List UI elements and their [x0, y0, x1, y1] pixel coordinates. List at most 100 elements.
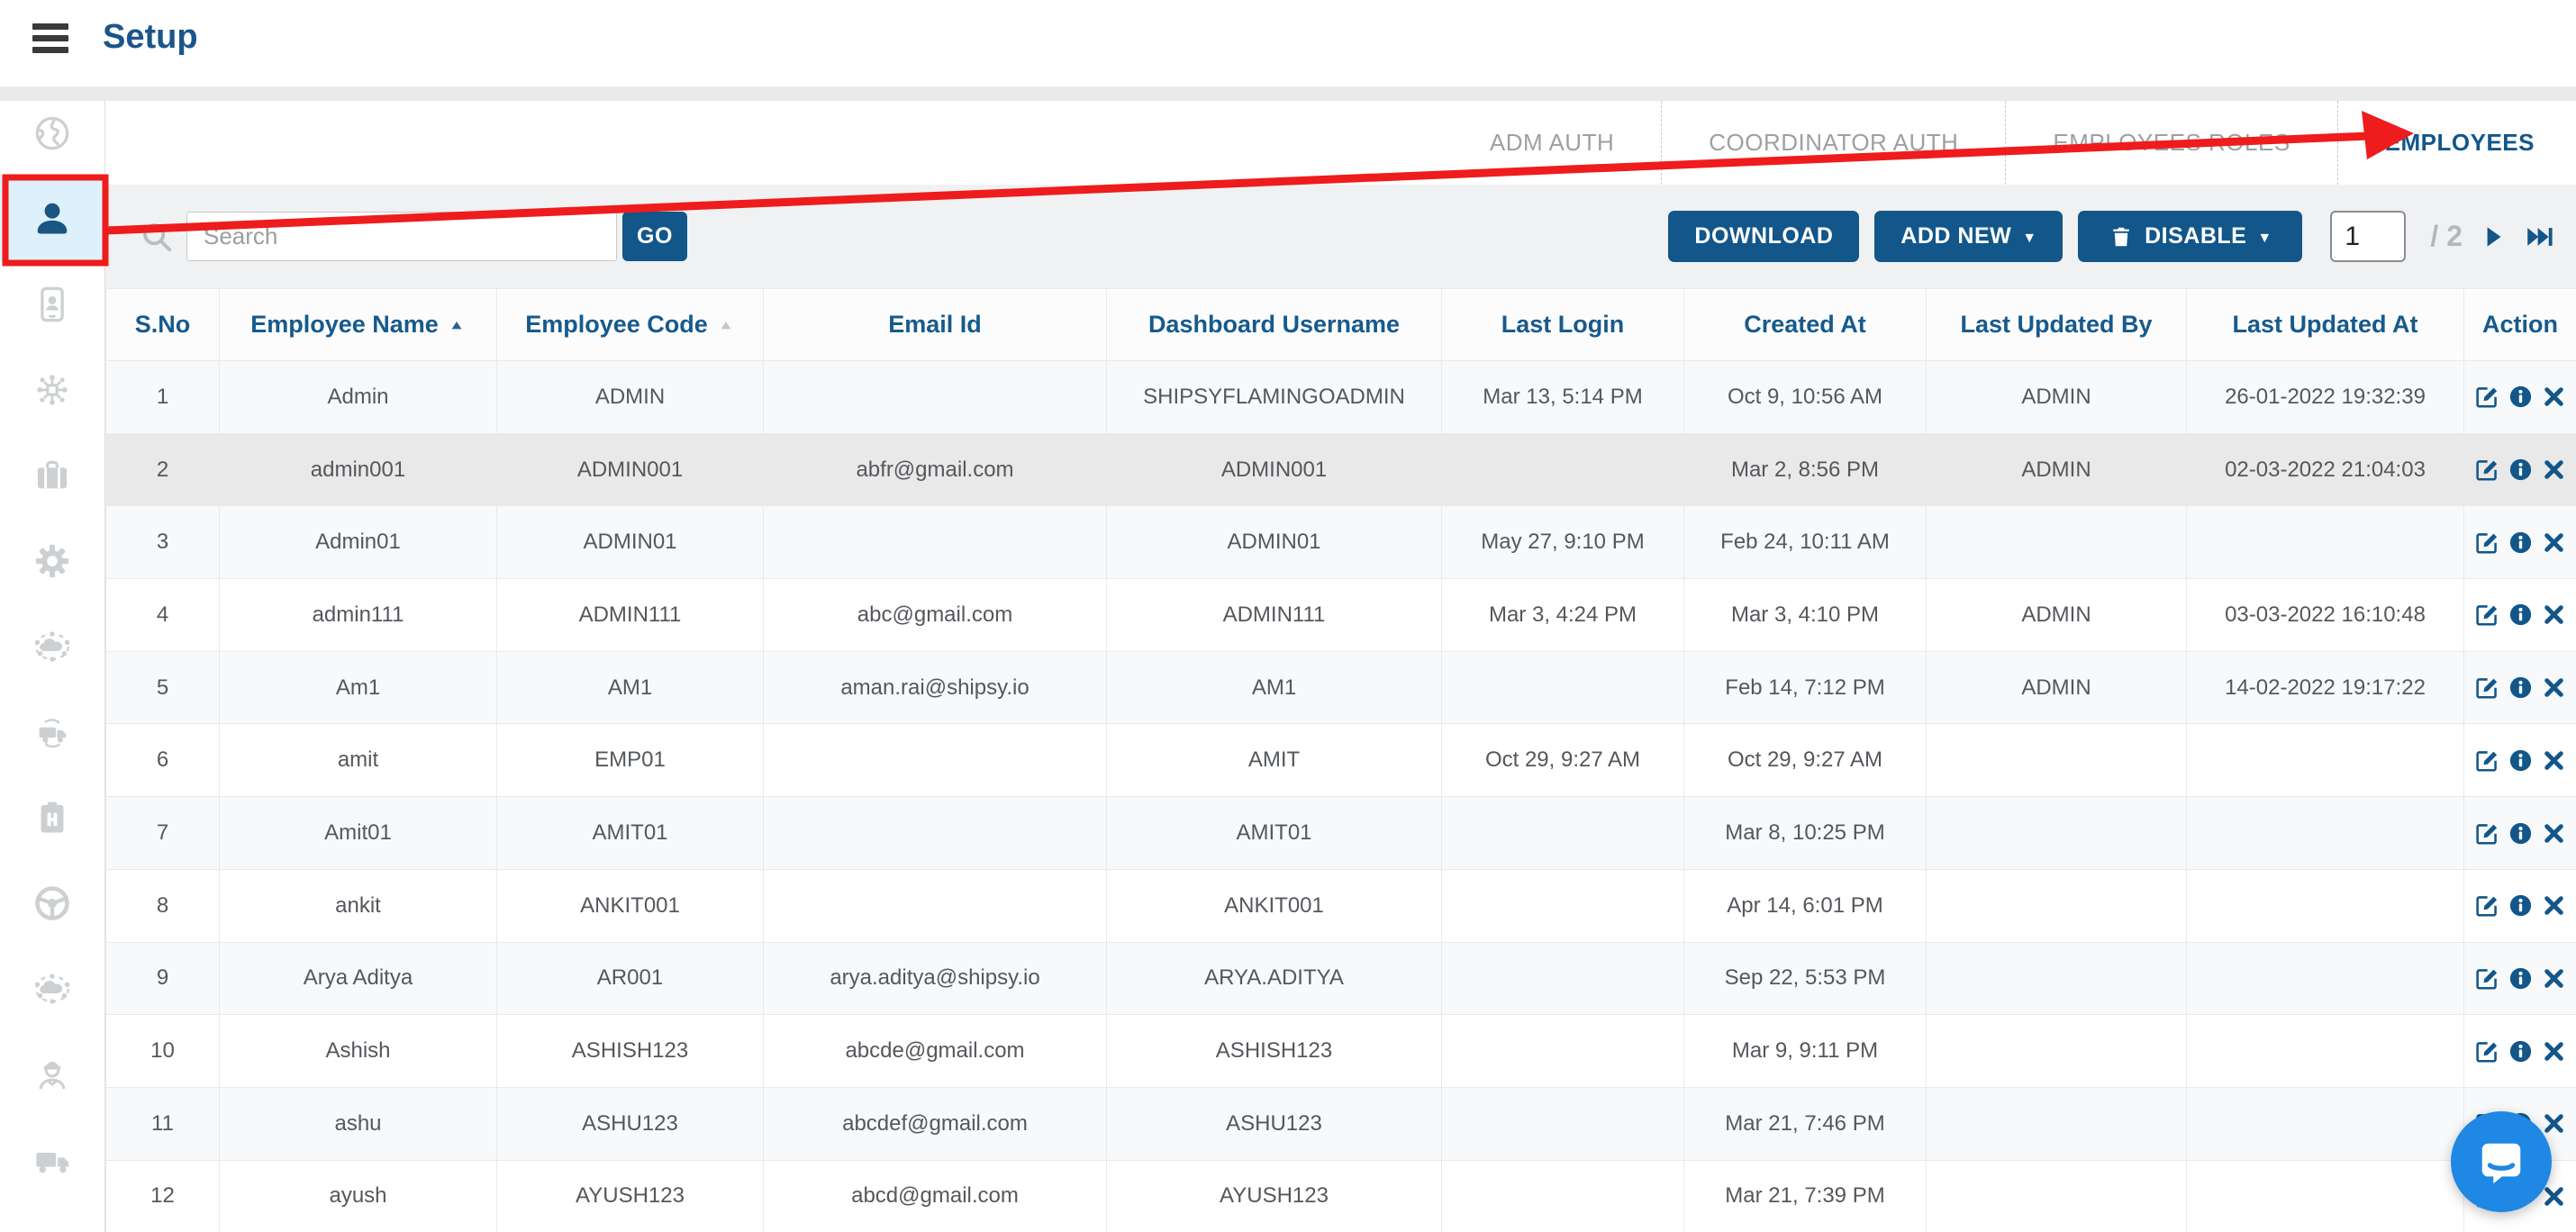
table-row: 12ayushAYUSH123abcd@gmail.comAYUSH123Mar… — [106, 1160, 2576, 1232]
sidebar-item-briefcase[interactable] — [0, 432, 104, 518]
info-icon[interactable] — [2508, 530, 2534, 556]
download-button[interactable]: DOWNLOAD — [1668, 211, 1859, 262]
table-cell: EMP01 — [497, 724, 764, 797]
tab-employees[interactable]: EMPLOYEES — [2337, 101, 2576, 185]
sidebar-item-settings[interactable] — [0, 518, 104, 603]
table-cell: ANKIT001 — [1107, 869, 1442, 942]
edit-icon[interactable] — [2474, 384, 2500, 410]
close-icon[interactable] — [2541, 820, 2567, 847]
table-cell: 10 — [106, 1015, 220, 1088]
column-header-dashboard-username[interactable]: Dashboard Username — [1107, 289, 1442, 361]
sidebar — [0, 101, 105, 1232]
action-cell — [2464, 869, 2576, 942]
close-icon[interactable] — [2541, 892, 2567, 919]
table-cell: ASHISH123 — [1107, 1015, 1442, 1088]
action-cell — [2464, 651, 2576, 724]
table-cell: ADMIN001 — [497, 433, 764, 506]
table-cell — [2187, 942, 2464, 1015]
edit-icon[interactable] — [2474, 602, 2500, 628]
column-header-created-at[interactable]: Created At — [1684, 289, 1927, 361]
table-cell: 8 — [106, 869, 220, 942]
info-icon[interactable] — [2508, 1038, 2534, 1064]
table-row: 10AshishASHISH123abcde@gmail.comASHISH12… — [106, 1015, 2576, 1088]
info-icon[interactable] — [2508, 457, 2534, 483]
close-icon[interactable] — [2541, 384, 2567, 410]
edit-icon[interactable] — [2474, 530, 2500, 556]
edit-icon[interactable] — [2474, 675, 2500, 701]
column-header-last-updated-by[interactable]: Last Updated By — [1927, 289, 2187, 361]
info-icon[interactable] — [2508, 384, 2534, 410]
info-icon[interactable] — [2508, 820, 2534, 847]
sidebar-item-integrations[interactable] — [0, 347, 104, 432]
info-icon[interactable] — [2508, 965, 2534, 992]
sidebar-item-employees[interactable] — [0, 176, 104, 261]
action-cell — [2464, 506, 2576, 579]
column-header-email-id[interactable]: Email Id — [764, 289, 1107, 361]
info-icon[interactable] — [2508, 675, 2534, 701]
table-cell: 1 — [106, 361, 220, 434]
edit-icon[interactable] — [2474, 820, 2500, 847]
menu-icon[interactable] — [32, 23, 68, 53]
close-icon[interactable] — [2541, 602, 2567, 628]
page: Setup ADM AUTHCOORDINATOR AUTHEMPLOYEES … — [0, 0, 2576, 1232]
edit-icon[interactable] — [2474, 892, 2500, 919]
table-cell: Mar 3, 4:24 PM — [1442, 579, 1684, 652]
close-icon[interactable] — [2541, 747, 2567, 774]
column-header-last-login[interactable]: Last Login — [1442, 289, 1684, 361]
edit-icon[interactable] — [2474, 1038, 2500, 1064]
table-cell: ARYA.ADITYA — [1107, 942, 1442, 1015]
close-icon[interactable] — [2541, 457, 2567, 483]
sidebar-item-vehicles[interactable] — [0, 1117, 104, 1202]
sidebar-item-cloud-network-2[interactable] — [0, 946, 104, 1031]
column-header-employee-name[interactable]: Employee Name — [220, 289, 497, 361]
add-new-button[interactable]: ADD NEW ▼ — [1874, 211, 2063, 262]
sidebar-item-globe[interactable] — [0, 90, 104, 176]
table-cell: 3 — [106, 506, 220, 579]
search-area: GO — [140, 212, 687, 261]
table-cell: Ashish — [220, 1015, 497, 1088]
sidebar-item-rider[interactable] — [0, 860, 104, 946]
tab-bar: ADM AUTHCOORDINATOR AUTHEMPLOYEES ROLESE… — [105, 101, 2576, 185]
table-cell — [2187, 1087, 2464, 1160]
info-icon[interactable] — [2508, 747, 2534, 774]
chat-launcher-button[interactable] — [2451, 1111, 2552, 1212]
last-page-button[interactable] — [2524, 222, 2554, 252]
edit-icon[interactable] — [2474, 457, 2500, 483]
table-cell: 12 — [106, 1160, 220, 1232]
sidebar-item-vehicle-sync[interactable] — [0, 689, 104, 775]
close-icon[interactable] — [2541, 530, 2567, 556]
tab-coordinator-auth[interactable]: COORDINATOR AUTH — [1661, 101, 2005, 185]
column-header-s-no[interactable]: S.No — [106, 289, 220, 361]
table-cell — [1927, 506, 2187, 579]
close-icon[interactable] — [2541, 1038, 2567, 1064]
table-cell: Oct 9, 10:56 AM — [1684, 361, 1927, 434]
table-cell: Mar 2, 8:56 PM — [1684, 433, 1927, 506]
close-icon[interactable] — [2541, 1110, 2567, 1137]
table-cell: AYUSH123 — [1107, 1160, 1442, 1232]
sidebar-item-worker[interactable] — [0, 1031, 104, 1117]
sidebar-item-mobile-user[interactable] — [0, 261, 104, 347]
action-cell — [2464, 579, 2576, 652]
table-cell: Mar 3, 4:10 PM — [1684, 579, 1927, 652]
info-icon[interactable] — [2508, 602, 2534, 628]
column-header-action[interactable]: Action — [2464, 289, 2576, 361]
tab-employees-roles[interactable]: EMPLOYEES ROLES — [2005, 101, 2336, 185]
worker-icon — [32, 1054, 73, 1095]
close-icon[interactable] — [2541, 965, 2567, 992]
search-input[interactable] — [186, 212, 617, 261]
chevron-down-icon: ▼ — [2257, 231, 2272, 246]
search-go-button[interactable]: GO — [622, 212, 687, 261]
page-number-input[interactable] — [2330, 211, 2406, 262]
column-header-employee-code[interactable]: Employee Code — [497, 289, 764, 361]
tab-adm-auth[interactable]: ADM AUTH — [1443, 101, 1661, 185]
sidebar-item-hub[interactable] — [0, 775, 104, 860]
edit-icon[interactable] — [2474, 747, 2500, 774]
disable-button[interactable]: DISABLE ▼ — [2078, 211, 2302, 262]
column-header-last-updated-at[interactable]: Last Updated At — [2187, 289, 2464, 361]
table-row: 1AdminADMINSHIPSYFLAMINGOADMINMar 13, 5:… — [106, 361, 2576, 434]
sidebar-item-cloud-network[interactable] — [0, 603, 104, 689]
info-icon[interactable] — [2508, 892, 2534, 919]
close-icon[interactable] — [2541, 675, 2567, 701]
next-page-button[interactable] — [2478, 222, 2508, 252]
edit-icon[interactable] — [2474, 965, 2500, 992]
